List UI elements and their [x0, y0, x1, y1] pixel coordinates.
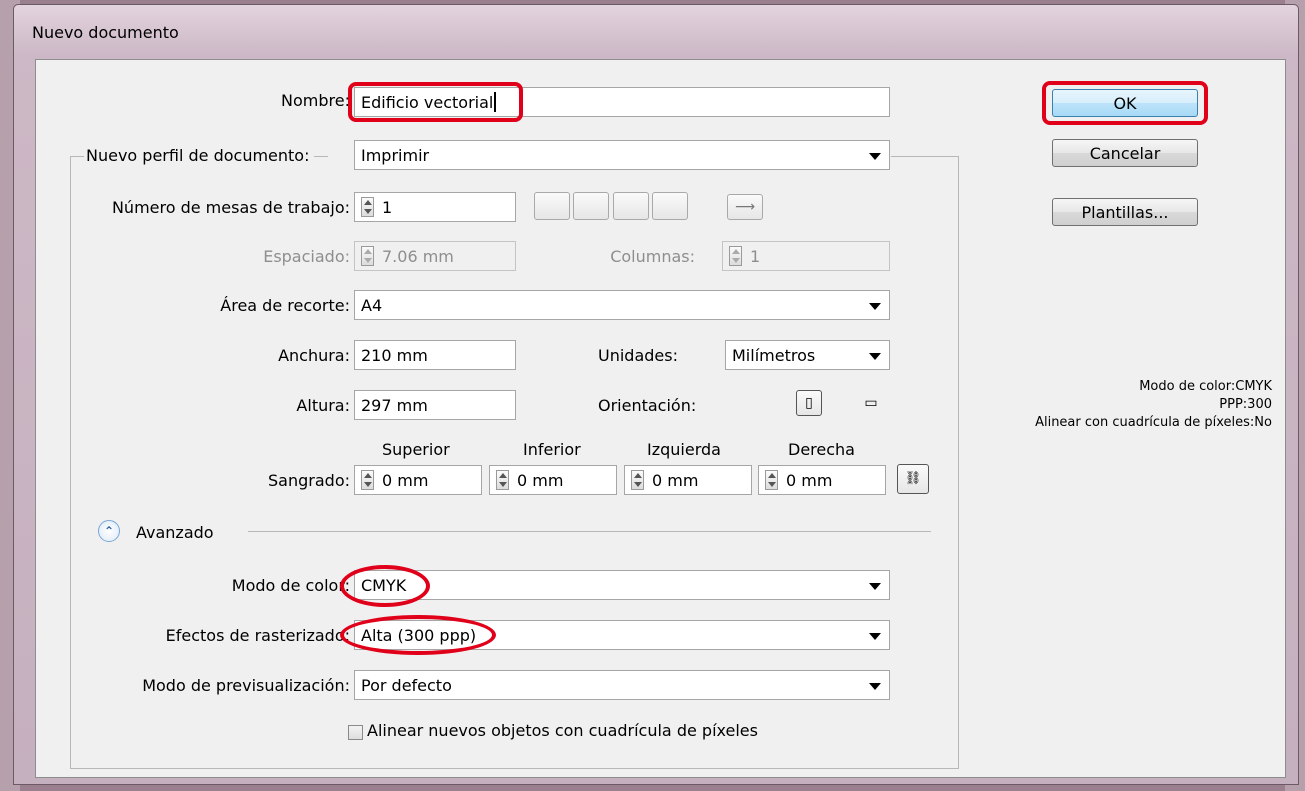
bleed-left-label: Izquierda	[647, 440, 721, 459]
portrait-orientation-icon[interactable]: ▯	[796, 390, 822, 416]
chevron-down-icon	[869, 633, 881, 640]
spinner-icon	[729, 246, 742, 266]
ok-button-label: OK	[1113, 93, 1137, 113]
bleed-top-label: Superior	[382, 440, 450, 459]
chevron-down-icon	[869, 303, 881, 310]
orientation-label: Orientación:	[598, 396, 697, 415]
layout-direction-icon[interactable]: ⟶	[727, 194, 763, 220]
height-input[interactable]: 297 mm	[354, 390, 516, 420]
group-frame-right	[958, 156, 959, 768]
spacing-label: Espaciado:	[263, 247, 350, 266]
spinner-icon[interactable]	[631, 470, 644, 490]
bleed-bottom-value: 0 mm	[517, 470, 564, 490]
cropbox-select[interactable]: A4	[354, 290, 890, 320]
bleed-right-label: Derecha	[788, 440, 855, 459]
bleed-left-stepper[interactable]: 0 mm	[624, 465, 752, 495]
dialog-client-area: Nombre: Edificio vectorial Nuevo perfil …	[35, 59, 1286, 778]
cropbox-select-value: A4	[361, 295, 383, 315]
height-value: 297 mm	[361, 395, 428, 415]
grid-by-row-icon[interactable]	[534, 192, 570, 220]
templates-button[interactable]: Plantillas...	[1052, 198, 1198, 226]
arrange-by-row-icon[interactable]	[613, 192, 649, 220]
advanced-separator	[248, 531, 931, 532]
raster-label: Efectos de rasterizado:	[165, 626, 350, 645]
preview-label: Modo de previsualización:	[142, 676, 350, 695]
preview-select-value: Por defecto	[361, 675, 452, 695]
preview-select[interactable]: Por defecto	[354, 670, 890, 700]
columns-stepper: 1	[722, 241, 890, 271]
artboards-stepper[interactable]: 1	[354, 192, 516, 222]
colormode-label: Modo de color:	[231, 576, 350, 595]
bleed-right-stepper[interactable]: 0 mm	[758, 465, 886, 495]
landscape-orientation-icon[interactable]: ▭	[860, 392, 882, 414]
profile-label: Nuevo perfil de documento:	[86, 146, 314, 165]
spacing-stepper: 7.06 mm	[354, 241, 516, 271]
group-frame-top-right	[891, 156, 959, 157]
colormode-select[interactable]: CMYK	[354, 570, 890, 600]
group-frame-bottom	[70, 768, 959, 769]
text-caret	[494, 92, 497, 112]
chevron-down-icon	[869, 583, 881, 590]
bleed-left-value: 0 mm	[652, 470, 699, 490]
link-icon[interactable]: ⛓	[897, 464, 929, 494]
width-input[interactable]: 210 mm	[354, 340, 516, 370]
ok-button[interactable]: OK	[1052, 89, 1198, 117]
bleed-top-stepper[interactable]: 0 mm	[354, 465, 482, 495]
spinner-icon[interactable]	[496, 470, 509, 490]
bleed-bottom-stepper[interactable]: 0 mm	[489, 465, 617, 495]
summary-ppp: PPP:300	[1219, 397, 1272, 412]
dialog-window: Nuevo documento Nombre: Edificio vectori…	[13, 4, 1299, 785]
window-title: Nuevo documento	[32, 23, 179, 42]
units-select[interactable]: Milímetros	[725, 340, 890, 370]
profile-select-value: Imprimir	[361, 145, 430, 165]
height-label: Altura:	[296, 396, 350, 415]
cropbox-label: Área de recorte:	[220, 296, 350, 315]
summary-align: Alinear con cuadrícula de píxeles:No	[1035, 415, 1272, 430]
summary-color-mode: Modo de color:CMYK	[1139, 379, 1272, 394]
colormode-select-value: CMYK	[361, 575, 407, 595]
align-pixel-grid-label[interactable]: Alinear nuevos objetos con cuadrícula de…	[367, 721, 758, 740]
width-value: 210 mm	[361, 345, 428, 365]
cancel-button[interactable]: Cancelar	[1052, 139, 1198, 167]
spinner-icon[interactable]	[361, 197, 374, 217]
units-label: Unidades:	[598, 346, 678, 365]
spinner-icon[interactable]	[361, 470, 374, 490]
summary-info: Modo de color:CMYK PPP:300 Alinear con c…	[1035, 378, 1272, 432]
chevron-down-icon	[869, 353, 881, 360]
name-input[interactable]: Edificio vectorial	[354, 87, 890, 117]
bleed-bottom-label: Inferior	[523, 440, 581, 459]
raster-select[interactable]: Alta (300 ppp)	[354, 620, 890, 650]
bleed-top-value: 0 mm	[382, 470, 429, 490]
chevron-down-icon	[869, 153, 881, 160]
templates-button-label: Plantillas...	[1081, 202, 1169, 222]
grid-by-column-icon[interactable]	[573, 192, 609, 220]
name-input-value: Edificio vectorial	[361, 92, 494, 112]
bleed-label: Sangrado:	[268, 471, 350, 490]
title-bar[interactable]: Nuevo documento	[14, 5, 1298, 57]
arrange-by-column-icon[interactable]	[652, 192, 688, 220]
cancel-button-label: Cancelar	[1089, 143, 1161, 163]
units-select-value: Milímetros	[732, 345, 816, 365]
group-frame-left	[70, 156, 71, 768]
collapse-advanced-icon[interactable]: ⌃	[98, 520, 120, 542]
spacing-value: 7.06 mm	[382, 246, 454, 266]
columns-value: 1	[750, 246, 761, 266]
raster-select-value: Alta (300 ppp)	[361, 625, 477, 645]
chevron-down-icon	[869, 683, 881, 690]
group-frame-top-left	[70, 156, 84, 157]
spinner-icon[interactable]	[765, 470, 778, 490]
width-label: Anchura:	[278, 346, 350, 365]
advanced-label: Avanzado	[136, 523, 214, 542]
name-label: Nombre:	[281, 91, 350, 110]
artboards-label: Número de mesas de trabajo:	[111, 198, 350, 217]
bleed-right-value: 0 mm	[786, 470, 833, 490]
group-frame-top-mid	[314, 156, 328, 157]
artboards-value: 1	[382, 197, 393, 217]
columns-label: Columnas:	[610, 247, 695, 266]
profile-select[interactable]: Imprimir	[354, 140, 890, 170]
align-pixel-grid-checkbox[interactable]	[348, 725, 363, 740]
spinner-icon	[361, 246, 374, 266]
